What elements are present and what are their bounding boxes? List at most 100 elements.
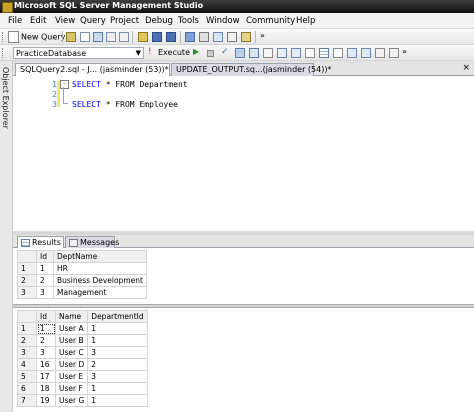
column-header-id[interactable]: Id [36, 310, 56, 323]
table-row[interactable]: 4 16 User D 2 [17, 358, 148, 371]
grid-cell[interactable]: 3 [87, 370, 148, 383]
row-number[interactable]: 1 [17, 262, 37, 275]
grid-cell[interactable]: 2 [36, 274, 54, 287]
query-editor[interactable]: − 1 SELECT * FROM Department 2 3 SELECT … [13, 76, 474, 231]
menu-tools[interactable]: Tools [178, 16, 199, 26]
grid-cell[interactable]: 1 [87, 334, 148, 347]
grid-cell[interactable]: User B [54, 334, 89, 347]
grid-cell[interactable]: 3 [36, 286, 54, 299]
grid-cell[interactable]: 17 [36, 370, 56, 383]
database-engine-query-icon[interactable] [80, 32, 90, 42]
column-header-name[interactable]: Name [54, 310, 89, 323]
save-all-icon[interactable] [166, 32, 176, 42]
toolbar-overflow-icon[interactable]: » [402, 47, 408, 57]
grid-cell[interactable]: 1 [87, 382, 148, 395]
registered-servers-icon[interactable] [185, 32, 195, 42]
toolbar-overflow-icon[interactable]: » [260, 31, 266, 41]
grid-cell[interactable]: 18 [36, 382, 56, 395]
code-line[interactable]: SELECT * FROM Employee [72, 100, 178, 109]
toolbar-grip[interactable] [2, 48, 6, 58]
intellisense-icon[interactable] [263, 48, 273, 58]
menu-project[interactable]: Project [110, 16, 139, 26]
table-row[interactable]: 6 18 User F 1 [17, 382, 148, 395]
menu-community[interactable]: Community [246, 16, 295, 26]
grid-cell[interactable]: 1 [87, 394, 148, 407]
tab-results[interactable]: Results [17, 236, 64, 248]
grid-cell[interactable]: 3 [87, 346, 148, 359]
grid-cell[interactable]: HR [53, 262, 147, 275]
results-to-grid-icon[interactable] [319, 48, 329, 58]
table-row[interactable]: 1 1 HR [17, 262, 147, 275]
tab-messages[interactable]: Messages [65, 236, 119, 248]
execute-icon[interactable]: ! [148, 47, 158, 57]
row-number[interactable]: 1 [17, 322, 37, 335]
tab-sqlquery2[interactable]: SQLQuery2.sql - J... (jasminder (53))* [15, 63, 170, 76]
menu-debug[interactable]: Debug [145, 16, 173, 26]
grid-cell[interactable]: 19 [36, 394, 56, 407]
grid-splitter[interactable] [13, 304, 474, 308]
dmx-query-icon[interactable] [106, 32, 116, 42]
query-options-icon[interactable] [249, 48, 259, 58]
menu-help[interactable]: Help [296, 16, 315, 26]
row-number[interactable]: 3 [17, 346, 37, 359]
toolbox-icon[interactable] [241, 32, 251, 42]
include-actual-plan-icon[interactable] [277, 48, 287, 58]
menu-window[interactable]: Window [206, 16, 240, 26]
object-explorer-icon[interactable] [199, 32, 209, 42]
table-row[interactable]: 5 17 User E 3 [17, 370, 148, 383]
menu-view[interactable]: View [55, 16, 75, 26]
menu-edit[interactable]: Edit [30, 16, 46, 26]
row-number[interactable]: 6 [17, 382, 37, 395]
increase-indent-icon[interactable] [389, 48, 399, 58]
results-to-text-icon[interactable] [305, 48, 315, 58]
table-row[interactable]: 3 3 Management [17, 286, 147, 299]
grid-cell[interactable]: 2 [36, 334, 56, 347]
debug-play-icon[interactable]: ▶ [193, 47, 203, 57]
grid-cell[interactable]: User A [54, 322, 89, 335]
collapse-region-icon[interactable]: − [60, 80, 69, 89]
open-folder-icon[interactable] [138, 32, 148, 42]
grid-cell[interactable]: Business Development [53, 274, 147, 287]
new-query-button[interactable]: New Query [8, 31, 65, 43]
decrease-indent-icon[interactable] [375, 48, 385, 58]
tab-update-output[interactable]: UPDATE_OUTPUT.sq...(jasminder (54))* [171, 63, 331, 76]
grid-cell[interactable]: 1 [87, 322, 148, 335]
properties-icon[interactable] [227, 32, 237, 42]
results-to-file-icon[interactable] [333, 48, 343, 58]
row-number-header[interactable] [17, 310, 37, 323]
client-statistics-icon[interactable] [291, 48, 301, 58]
parse-check-icon[interactable]: ✓ [221, 47, 231, 57]
grid-cell[interactable]: 1 [36, 262, 54, 275]
menu-file[interactable]: File [8, 16, 22, 26]
table-row[interactable]: 7 19 User G 1 [17, 394, 148, 407]
results-grid-department[interactable]: Id DeptName 1 1 HR 2 2 Business Developm… [17, 250, 147, 299]
database-select[interactable]: PracticeDatabase ▼ [13, 47, 144, 59]
menu-query[interactable]: Query [80, 16, 106, 26]
table-row[interactable]: 2 2 User B 1 [17, 334, 148, 347]
grid-cell[interactable]: 16 [36, 358, 56, 371]
grid-cell[interactable]: User F [54, 382, 89, 395]
column-header-deptname[interactable]: DeptName [53, 250, 147, 263]
table-row[interactable]: 1 1 User A 1 [17, 322, 148, 335]
row-number-header[interactable] [17, 250, 37, 263]
code-line[interactable]: SELECT * FROM Department [72, 80, 188, 89]
object-explorer-strip[interactable]: Object Explorer [0, 61, 13, 412]
analysis-services-query-icon[interactable] [93, 32, 103, 42]
row-number[interactable]: 2 [17, 274, 37, 287]
execute-button[interactable]: Execute [158, 48, 190, 57]
object-explorer-label[interactable]: Object Explorer [1, 67, 10, 129]
grid-cell[interactable]: 2 [87, 358, 148, 371]
stop-icon[interactable] [207, 50, 214, 57]
open-file-icon[interactable] [66, 32, 76, 42]
save-icon[interactable] [152, 32, 162, 42]
table-row[interactable]: 2 2 Business Development [17, 274, 147, 287]
grid-cell[interactable]: 1 [36, 322, 56, 335]
grid-cell[interactable]: 3 [36, 346, 56, 359]
results-grid-employee[interactable]: Id Name DepartmentId 1 1 User A 1 2 2 Us… [17, 310, 148, 407]
grid-cell[interactable]: Management [53, 286, 147, 299]
column-header-departmentid[interactable]: DepartmentId [87, 310, 148, 323]
row-number[interactable]: 5 [17, 370, 37, 383]
uncomment-icon[interactable] [361, 48, 371, 58]
grid-cell[interactable]: User C [54, 346, 89, 359]
xmla-query-icon[interactable] [119, 32, 129, 42]
